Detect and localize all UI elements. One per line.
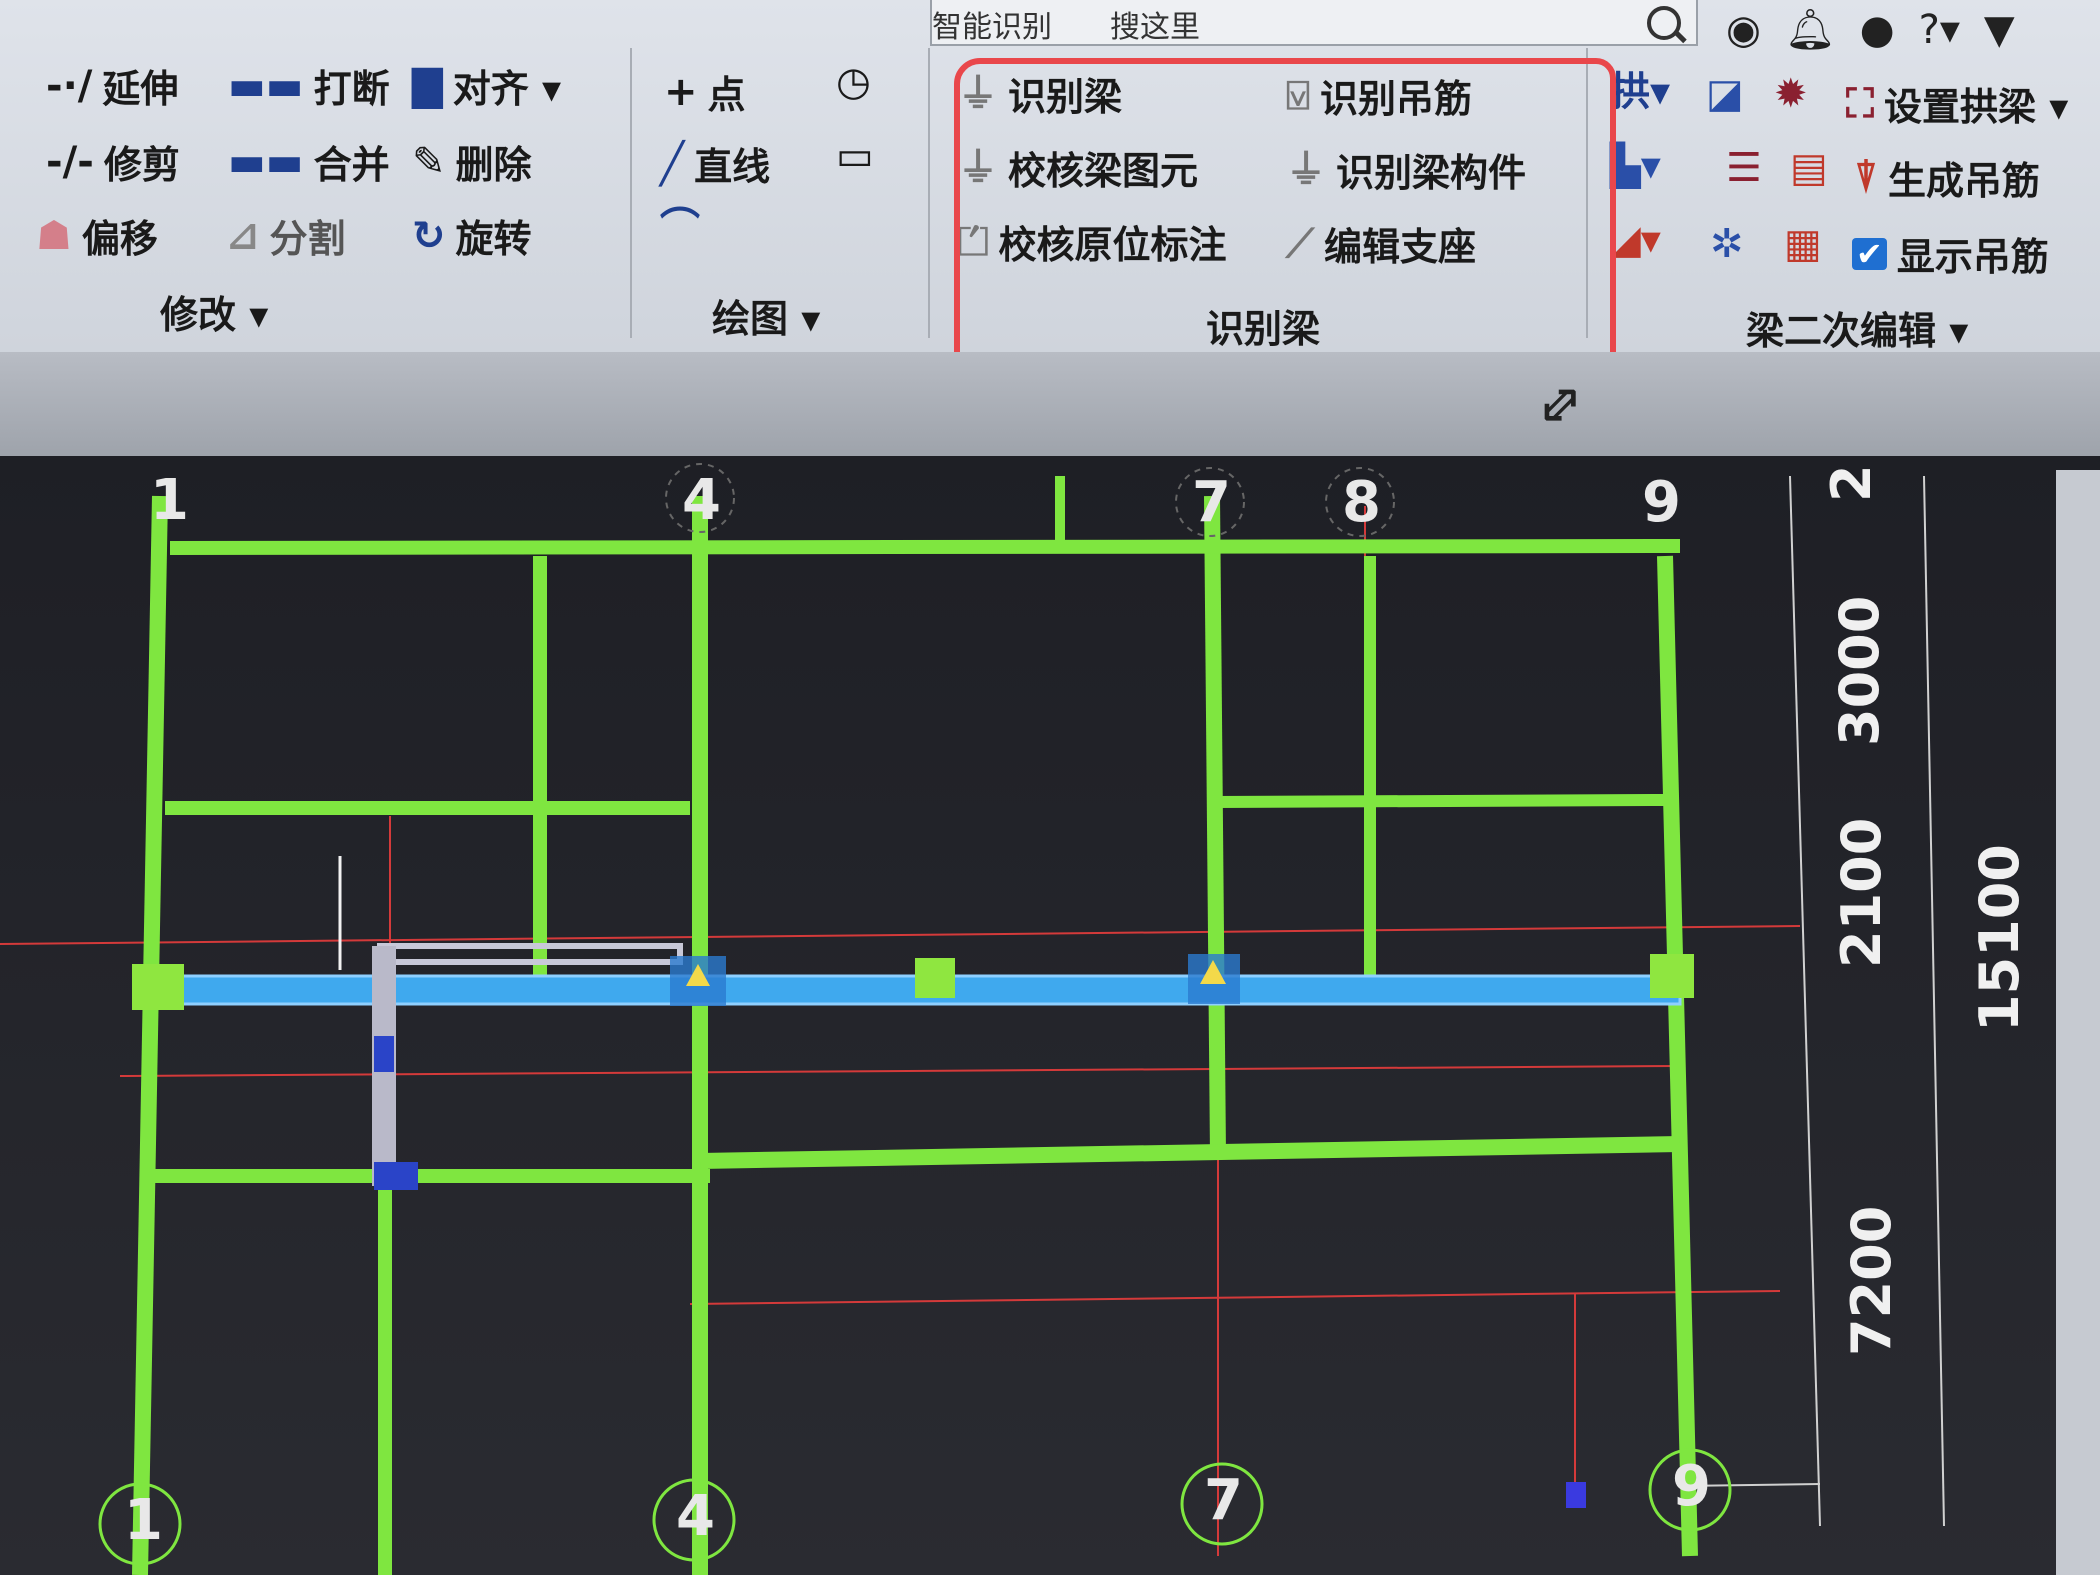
beam-layer-tool[interactable]: ▙▾ (1610, 146, 1661, 186)
beam-paint-tool[interactable]: ◪ (1706, 74, 1744, 114)
break-tool[interactable]: ▬▬ 打断 (228, 58, 390, 113)
line-icon: ╱ (660, 140, 685, 187)
beam-node[interactable] (915, 958, 955, 998)
rectangle-icon: ▭ (836, 133, 874, 179)
axis-label-top: 1 (150, 468, 189, 533)
trim-icon: -/- (46, 138, 94, 185)
dimension-3000: 3000 (1828, 595, 1891, 746)
search-input[interactable]: 搜这里 (1110, 2, 1200, 46)
arch-icon: 拱▾ (1610, 69, 1671, 115)
axis-label-bottom: 7 (1204, 1468, 1243, 1533)
line-tool[interactable]: ╱ 直线 (660, 136, 770, 191)
red-highlight-annotation (954, 58, 1616, 398)
beam-paint-icon: ◪ (1706, 71, 1744, 117)
circle-icon: ◷ (836, 59, 871, 105)
locate-icon: ✲ (1710, 221, 1744, 267)
support-node[interactable] (374, 1162, 418, 1190)
ribbon-bottom-bar (0, 352, 2100, 456)
rotate-icon: ↻ (412, 212, 446, 259)
draw-red-icon: ◢▾ (1610, 217, 1661, 263)
separator (630, 48, 632, 338)
arch-tool[interactable]: 拱▾ (1610, 72, 1670, 112)
beam-line (1214, 794, 1666, 808)
align-tool[interactable]: ▇ 对齐 ▾ (412, 58, 561, 113)
brush-icon: ✹ (1774, 71, 1808, 117)
offset-tool[interactable]: ☗ 偏移 (36, 208, 158, 263)
trim-tool[interactable]: -/- 修剪 (46, 134, 180, 189)
support-node[interactable] (1566, 1482, 1586, 1508)
search-tab-smart[interactable]: 智能识别 (932, 2, 1052, 46)
beam-table-icon: ☰ (1726, 145, 1762, 191)
top-beam-line (169, 539, 1681, 555)
beam-secondary-edit-group: 拱▾ ◪ ✹ ⛶ 设置拱梁 ▾ ▙▾ ☰ ▤ ⍒ 生成吊筋 ◢▾ ✲ ▦ ✔ 显示吊筋… (1596, 44, 2068, 353)
axis-label-top: 7 (1192, 470, 1231, 535)
dimension-7200: 7200 (1840, 1205, 1903, 1356)
generate-hanger-tool[interactable]: ⍒ 生成吊筋 (1854, 150, 2040, 205)
right-toolbar-panel[interactable] (2056, 470, 2100, 1575)
set-arch-icon: ⛶ (1846, 80, 1874, 127)
generate-hanger-icon: ⍒ (1854, 154, 1878, 201)
point-icon: + (664, 68, 698, 115)
axis-label-right: 2 (1820, 464, 1883, 502)
beam-node[interactable] (1650, 954, 1694, 998)
modify-group-label[interactable]: 修改 ▾ (160, 284, 268, 339)
draw-group-label[interactable]: 绘图 ▾ (712, 288, 820, 343)
canvas-background (0, 456, 2100, 1575)
delete-tool[interactable]: ✎ 删除 (412, 134, 532, 189)
axis-label-top: 9 (1642, 470, 1681, 535)
draw-group: + 点 ◷ ╱ 直线 ▭ ⌒ 绘图 ▾ (636, 44, 926, 344)
modify-group: -·/延伸 ▬▬ 打断 ▇ 对齐 ▾ -/- 修剪 ▬▬ 合并 ✎ 删除 ☗ 偏移 ⊿ 分割 … (0, 44, 630, 344)
drawing-canvas[interactable]: 1 4 7 8 9 2 1 4 7 9 3000 2100 7200 15100 (0, 456, 2100, 1575)
point-tool[interactable]: + 点 (664, 64, 746, 119)
search-icon[interactable] (1647, 6, 1681, 40)
axis-label-top: 4 (682, 468, 721, 533)
break-icon: ▬▬ (228, 62, 304, 109)
beam-grid-icon: ▤ (1790, 145, 1828, 191)
floor-plan-drawing (0, 456, 2100, 1575)
brush-tool[interactable]: ✹ (1774, 74, 1808, 114)
search-bar[interactable]: 智能识别 搜这里 (930, 0, 1698, 46)
axis-label-bottom: 4 (676, 1484, 715, 1549)
beam-table-tool[interactable]: ☰ (1726, 148, 1762, 188)
rotate-tool[interactable]: ↻ 旋转 (412, 208, 532, 263)
show-hanger-toggle[interactable]: ✔ 显示吊筋 (1852, 226, 2049, 281)
extend-icon: -·/ (46, 62, 93, 109)
matrix-icon: ▦ (1784, 221, 1822, 267)
eraser-icon: ✎ (412, 138, 446, 185)
matrix-tool[interactable]: ▦ (1784, 224, 1822, 264)
axis-label-bottom: 9 (1672, 1454, 1711, 1519)
align-icon: ▇ (412, 62, 443, 109)
dimension-15100: 15100 (1968, 844, 2031, 1032)
secondary-edit-group-label[interactable]: 梁二次编辑 ▾ (1746, 300, 1968, 355)
merge-tool[interactable]: ▬▬ 合并 (228, 134, 390, 189)
axis-label-top: 8 (1342, 470, 1381, 535)
draw-red-tool[interactable]: ◢▾ (1610, 220, 1661, 260)
separator (928, 48, 930, 338)
split-icon: ⊿ (226, 212, 260, 259)
checkbox-checked-icon[interactable]: ✔ (1852, 237, 1887, 270)
beam-node[interactable] (132, 964, 184, 1010)
support-node[interactable] (374, 1036, 394, 1072)
dimension-2100: 2100 (1830, 817, 1893, 968)
offset-icon: ☗ (36, 212, 72, 259)
circle-tool[interactable]: ◷ (836, 62, 871, 102)
rectangle-tool[interactable]: ▭ (836, 136, 874, 176)
split-tool[interactable]: ⊿ 分割 (226, 208, 346, 263)
column-line-7 (1204, 495, 1226, 1157)
arc-tool[interactable]: ⌒ (660, 208, 700, 248)
merge-icon: ▬▬ (228, 138, 304, 185)
axis-label-bottom: 1 (124, 1488, 163, 1553)
selected-beam[interactable] (138, 974, 1682, 1006)
set-arch-beam-tool[interactable]: ⛶ 设置拱梁 ▾ (1846, 76, 2068, 131)
beam-layer-icon: ▙▾ (1610, 143, 1661, 189)
locate-tool[interactable]: ✲ (1710, 224, 1744, 264)
beam-grid-tool[interactable]: ▤ (1790, 148, 1828, 188)
extend-tool[interactable]: -·/延伸 (46, 58, 178, 113)
arc-icon: ⌒ (660, 205, 700, 251)
